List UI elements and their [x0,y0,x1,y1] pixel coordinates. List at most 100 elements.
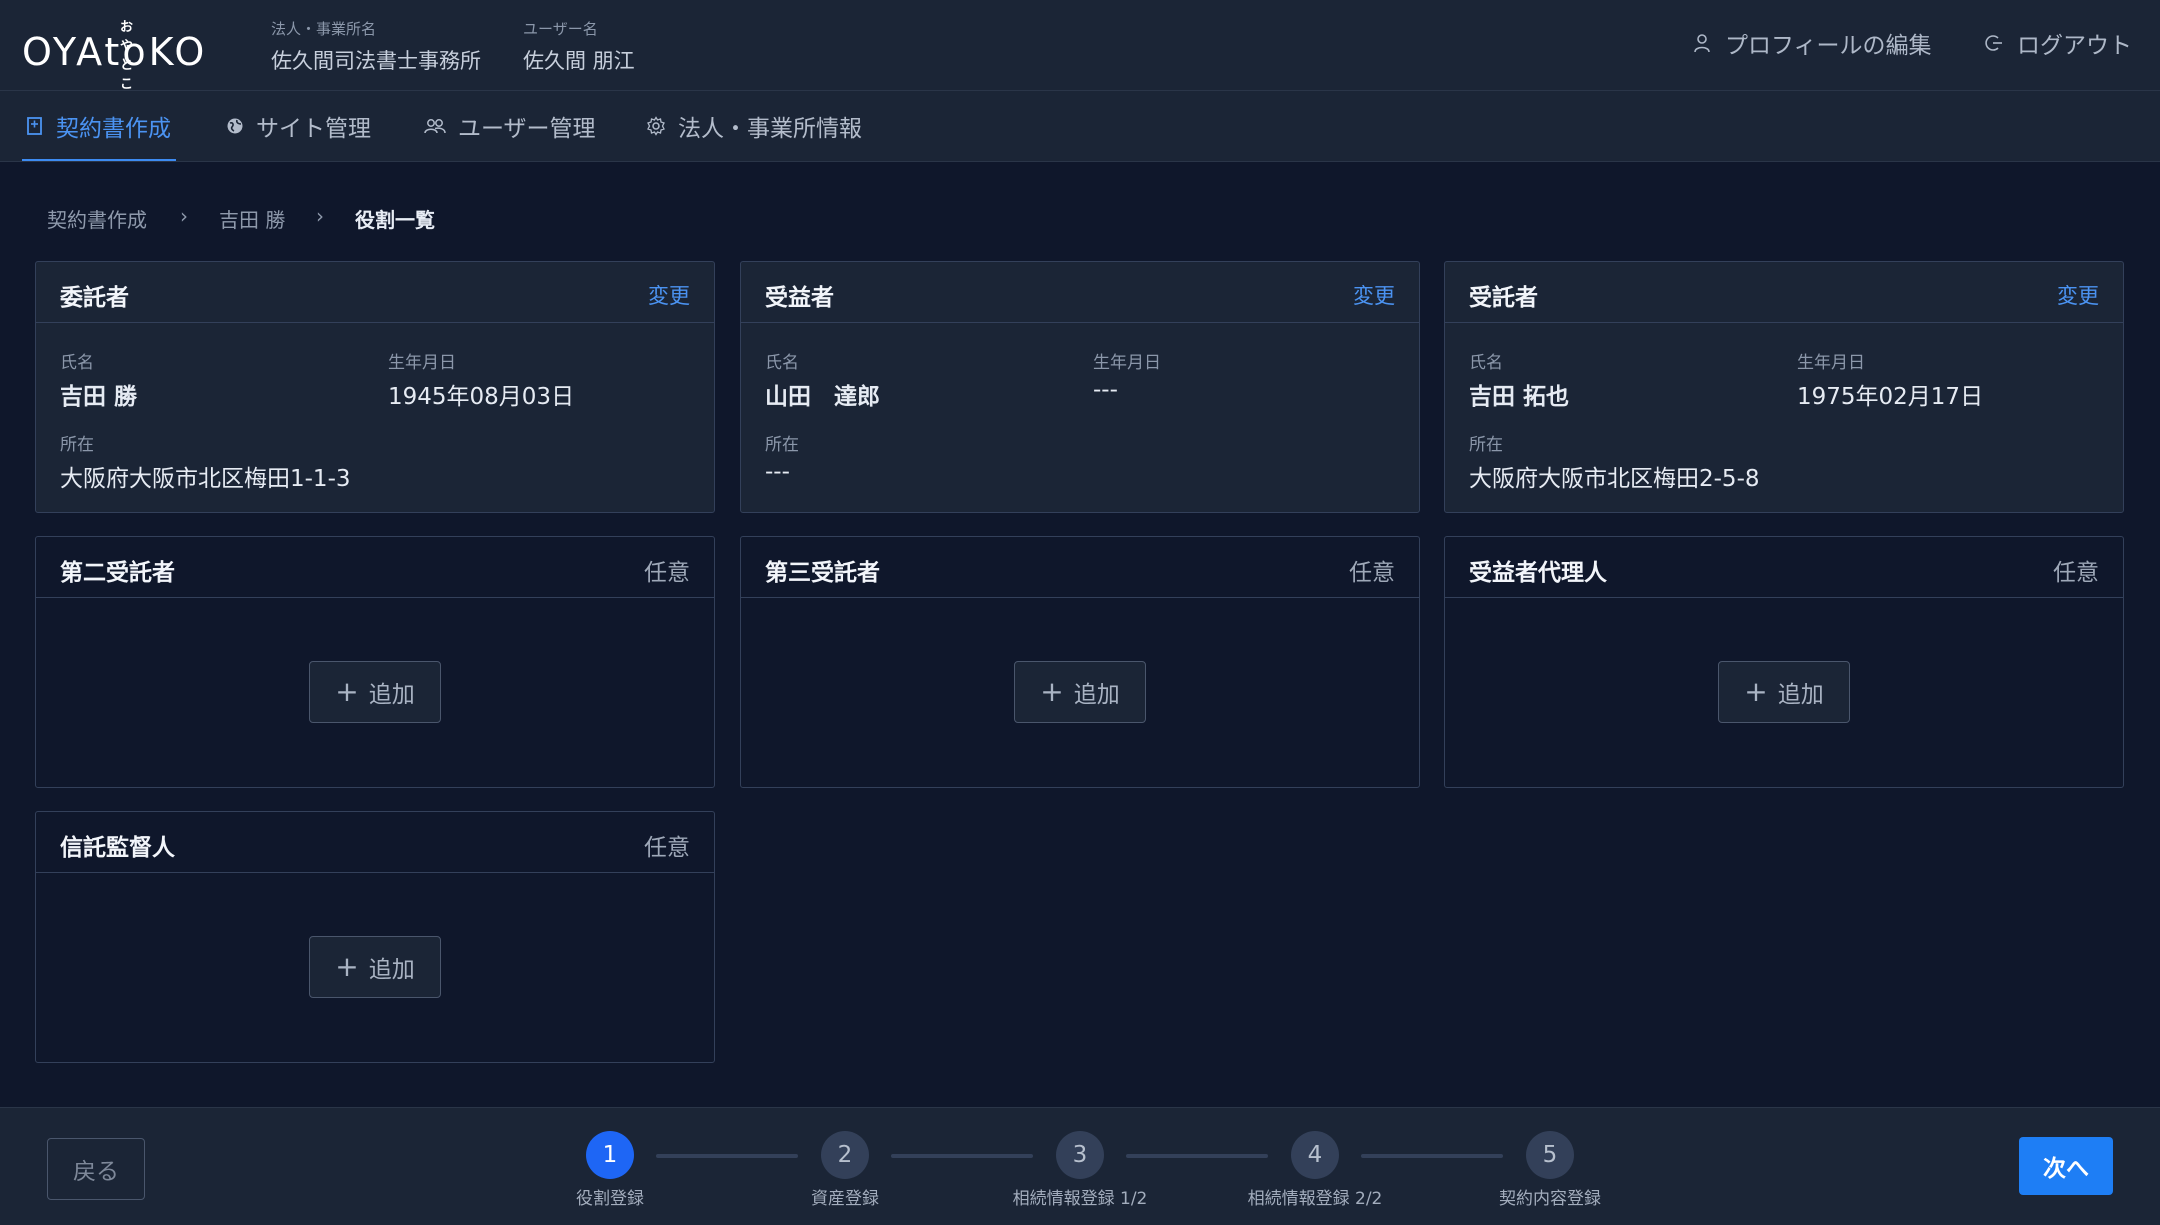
card-header: 受益者 変更 [741,262,1419,323]
step-connector [1361,1154,1503,1158]
gear-icon [647,116,665,136]
nav-contract-create[interactable]: 契約書作成 [26,91,171,161]
add-button[interactable]: + 追加 [1014,661,1146,723]
optional-label: 任意 [1349,560,1395,586]
plus-icon: + [1744,675,1768,708]
name-field: 氏名 吉田 拓也 [1469,348,1569,411]
add-label: 追加 [368,682,415,708]
nav-label: 契約書作成 [56,116,171,142]
address-field: 所在 大阪府大阪市北区梅田2-5-8 [1469,430,1760,493]
profile-edit-label: プロフィールの編集 [1725,33,1932,59]
step-2-label: 資産登録 [811,1189,879,1209]
card-beneficiary: 受益者 変更 氏名 山田 達郎 生年月日 --- 所在 --- [740,261,1420,513]
wizard-footer: 戻る 1 2 3 4 5 役割登録 資産登録 相続情報登録 1/2 相続情報登録… [0,1107,2160,1225]
birth-field: 生年月日 1975年02月17日 [1797,348,1983,411]
field-value: --- [765,459,790,485]
field-label: 氏名 [1469,353,1503,373]
field-label: 氏名 [765,353,799,373]
step-4-circle: 4 [1291,1131,1339,1179]
optional-label: 任意 [2053,560,2099,586]
change-button[interactable]: 変更 [648,280,690,310]
user-name: 佐久間 朋江 [523,49,635,73]
add-button[interactable]: + 追加 [1718,661,1850,723]
back-button[interactable]: 戻る [47,1138,145,1200]
breadcrumb-client[interactable]: 吉田 勝 [219,204,285,233]
add-button[interactable]: + 追加 [309,936,441,998]
card-header: 委託者 変更 [36,262,714,323]
step-1-label: 役割登録 [576,1189,644,1209]
add-button[interactable]: + 追加 [309,661,441,723]
card-trust-supervisor: 信託監督人 任意 + 追加 [35,811,715,1063]
card-header: 第三受託者 任意 [741,537,1419,598]
document-icon [27,117,42,135]
field-label: 生年月日 [388,353,456,373]
profile-edit-link[interactable]: プロフィールの編集 [1693,26,1932,60]
company-name: 佐久間司法書士事務所 [271,49,481,73]
card-title: 第三受託者 [765,560,880,586]
card-header: 受託者 変更 [1445,262,2123,323]
nav-company-info[interactable]: 法人・事業所情報 [646,91,862,161]
user-label: ユーザー名 [523,20,598,38]
nav-label: ユーザー管理 [458,116,596,142]
plus-icon: + [335,675,359,708]
step-connector [1126,1154,1268,1158]
address-field: 所在 大阪府大阪市北区梅田1-1-3 [60,430,351,493]
optional-label: 任意 [644,835,690,861]
optional-label: 任意 [644,560,690,586]
step-5-circle: 5 [1526,1131,1574,1179]
card-settlor: 委託者 変更 氏名 吉田 勝 生年月日 1945年08月03日 所在 大阪府大阪… [35,261,715,513]
app-header: おやとこ OYAtoKO 法人・事業所名 佐久間司法書士事務所 ユーザー名 佐久… [0,0,2160,92]
field-label: 所在 [60,435,94,455]
card-title: 第二受託者 [60,560,175,586]
add-label: 追加 [1073,682,1120,708]
nav-user-management[interactable]: ユーザー管理 [424,91,596,161]
logout-label: ログアウト [2017,33,2132,59]
breadcrumb-separator: › [316,204,324,228]
card-title: 受益者 [765,285,834,311]
field-label: 所在 [765,435,799,455]
users-icon [424,119,446,134]
step-1-circle: 1 [586,1131,634,1179]
nav-site-management[interactable]: サイト管理 [226,91,371,161]
step-2-circle: 2 [821,1131,869,1179]
field-label: 生年月日 [1797,353,1865,373]
card-title: 受託者 [1469,285,1538,311]
field-value: 山田 達郎 [765,384,880,410]
card-trustee: 受託者 変更 氏名 吉田 拓也 生年月日 1975年02月17日 所在 大阪府大… [1444,261,2124,513]
step-connector [891,1154,1033,1158]
name-field: 氏名 吉田 勝 [60,348,137,411]
next-button[interactable]: 次へ [2019,1137,2113,1195]
field-value: 大阪府大阪市北区梅田2-5-8 [1469,466,1760,492]
step-4-label: 相続情報登録 2/2 [1247,1189,1383,1209]
card-second-trustee: 第二受託者 任意 + 追加 [35,536,715,788]
field-value: 1945年08月03日 [388,384,575,410]
user-info: ユーザー名 佐久間 朋江 [523,18,635,75]
card-header: 信託監督人 任意 [36,812,714,873]
change-button[interactable]: 変更 [1353,280,1395,310]
nav-active-indicator [22,159,176,161]
globe-icon [227,118,243,134]
company-info: 法人・事業所名 佐久間司法書士事務所 [271,18,481,75]
field-label: 所在 [1469,435,1503,455]
company-label: 法人・事業所名 [271,20,377,38]
logo-text: OYAtoKO [22,30,208,74]
card-beneficiary-agent: 受益者代理人 任意 + 追加 [1444,536,2124,788]
add-label: 追加 [368,957,415,983]
step-connector [656,1154,798,1158]
logout-link[interactable]: ログアウト [1985,26,2132,60]
change-button[interactable]: 変更 [2057,280,2099,310]
card-header: 受益者代理人 任意 [1445,537,2123,598]
main-nav: 契約書作成 サイト管理 ユーザー管理 法人・事業所情報 [0,91,2160,162]
address-field: 所在 --- [765,430,799,485]
breadcrumb-current: 役割一覧 [355,208,435,232]
field-value: 1975年02月17日 [1797,384,1984,410]
birth-field: 生年月日 --- [1093,348,1161,403]
field-label: 生年月日 [1093,353,1161,373]
add-label: 追加 [1777,682,1824,708]
card-title: 信託監督人 [60,835,175,861]
nav-label: サイト管理 [256,116,371,142]
plus-icon: + [1040,675,1064,708]
breadcrumb-contract-create[interactable]: 契約書作成 [47,204,147,233]
field-label: 氏名 [60,353,94,373]
card-title: 受益者代理人 [1469,560,1607,586]
